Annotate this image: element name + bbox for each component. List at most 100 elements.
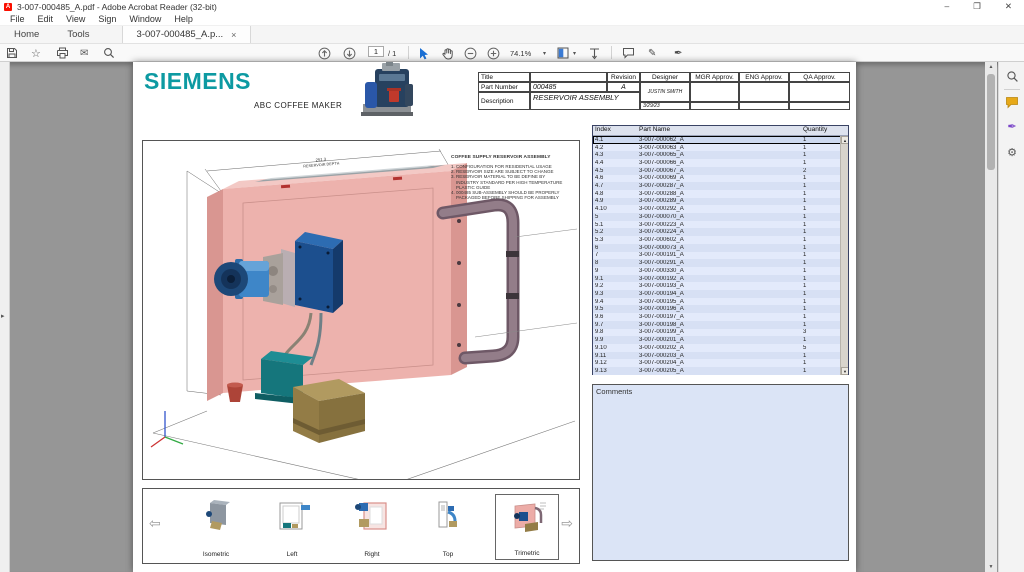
fill-and-sign-icon[interactable]: ✒ (999, 120, 1024, 133)
table-row[interactable]: 9.53-007-000196_A1 (593, 305, 848, 313)
cell-index: 6 (593, 245, 637, 251)
next-page-icon[interactable] (343, 46, 356, 60)
close-icon[interactable]: ✕ (1005, 1, 1012, 12)
table-row[interactable]: 4.83-007-000288_A1 (593, 190, 848, 198)
table-row[interactable]: 9.23-007-000193_A1 (593, 282, 848, 290)
table-row[interactable]: 83-007-000291_A1 (593, 259, 848, 267)
table-row[interactable]: 9.93-007-000201_A1 (593, 336, 848, 344)
select-tool-icon[interactable] (417, 46, 429, 60)
scrolling-mode-icon[interactable] (588, 46, 601, 60)
document-canvas: ▸ SIEMENS ABC COFFEE MAKER (0, 62, 1024, 572)
menu-edit[interactable]: Edit (32, 14, 60, 24)
fit-page-dropdown-icon[interactable]: ▾ (573, 46, 576, 60)
minimize-icon[interactable]: – (945, 1, 950, 12)
table-row[interactable]: 4.93-007-000289_A1 (593, 198, 848, 206)
comment-tool-icon[interactable] (622, 46, 635, 60)
table-row[interactable]: 5.23-007-000224_A1 (593, 228, 848, 236)
table-row[interactable]: 4.33-007-000065_A1 (593, 151, 848, 159)
cell-part-name: 3-007-000201_A (637, 337, 803, 343)
thumbnail-left[interactable]: Left (260, 494, 324, 560)
scroll-down-icon[interactable]: ▼ (841, 367, 848, 375)
star-favorite-icon[interactable]: ☆ (31, 46, 41, 60)
cell-part-name: 3-007-000602_A (637, 237, 803, 243)
save-icon[interactable] (6, 46, 18, 60)
tab-close-icon[interactable]: × (231, 30, 236, 40)
zoom-out-icon[interactable] (464, 46, 477, 60)
table-row[interactable]: 73-007-000191_A1 (593, 252, 848, 260)
menu-sign[interactable]: Sign (92, 14, 122, 24)
previous-page-icon[interactable] (318, 46, 331, 60)
thumbnail-isometric[interactable]: Isometric (184, 494, 248, 560)
menu-view[interactable]: View (60, 14, 91, 24)
title-label: Title (478, 72, 530, 82)
tab-home[interactable]: Home (0, 26, 53, 43)
table-row[interactable]: 9.43-007-000195_A1 (593, 298, 848, 306)
thumbnail-trimetric-selected[interactable]: Trimetric (495, 494, 559, 560)
fit-page-icon[interactable] (557, 46, 570, 60)
print-icon[interactable] (56, 46, 69, 60)
restore-icon[interactable]: ❐ (973, 1, 981, 12)
zoom-level-value[interactable]: 74.1% (510, 46, 531, 60)
previous-view-icon[interactable]: ⇦ (149, 515, 161, 532)
cell-index: 4.7 (593, 183, 637, 189)
cell-part-name: 3-007-000288_A (637, 191, 803, 197)
menu-window[interactable]: Window (123, 14, 167, 24)
qa-date-cell (789, 102, 850, 110)
tab-tools[interactable]: Tools (53, 26, 103, 43)
table-row[interactable]: 4.73-007-000287_A1 (593, 182, 848, 190)
table-row[interactable]: 9.83-007-000199_A3 (593, 329, 848, 337)
signature-tool-icon[interactable]: ✒ (674, 46, 682, 60)
zoom-dropdown-icon[interactable]: ▾ (543, 46, 546, 60)
comments-box[interactable]: Comments (592, 384, 849, 561)
comment-panel-icon[interactable] (999, 96, 1024, 109)
table-row[interactable]: 5.13-007-000223_A1 (593, 221, 848, 229)
drawing-notes: COFFEE SUPPLY RESERVOIR ASSEMBLY 1. CONF… (451, 155, 577, 200)
menu-file[interactable]: File (4, 14, 31, 24)
thumbnail-right[interactable]: Right (340, 494, 404, 560)
expand-panel-icon[interactable]: ▸ (1, 312, 5, 320)
page-number-input[interactable]: 1 (368, 46, 384, 57)
search-icon[interactable] (103, 46, 115, 60)
table-row[interactable]: 4.103-007-000292_A1 (593, 205, 848, 213)
email-icon[interactable]: ✉ (80, 46, 88, 60)
table-row[interactable]: 53-007-000070_A1 (593, 213, 848, 221)
table-row[interactable]: 9.63-007-000197_A1 (593, 313, 848, 321)
hand-tool-icon[interactable] (441, 46, 454, 60)
table-row[interactable]: 4.53-007-000067_A2 (593, 167, 848, 175)
cell-index: 9.2 (593, 283, 637, 289)
document-scrollbar[interactable]: ▲ ▼ (985, 62, 997, 572)
thumbnail-top[interactable]: Top (416, 494, 480, 560)
next-view-icon[interactable]: ⇨ (561, 515, 573, 532)
menu-help[interactable]: Help (168, 14, 199, 24)
tab-document[interactable]: 3-007-000485_A.p... × (122, 26, 252, 43)
more-tools-icon[interactable]: ⚙ (999, 146, 1024, 159)
table-row[interactable]: 4.43-007-000066_A1 (593, 159, 848, 167)
table-row[interactable]: 63-007-000073_A1 (593, 244, 848, 252)
table-row[interactable]: 93-007-000330_A1 (593, 267, 848, 275)
table-row[interactable]: 9.13-007-000192_A1 (593, 275, 848, 283)
cell-part-name: 3-007-000192_A (637, 276, 803, 282)
table-row[interactable]: 4.13-007-000062_A1 (593, 136, 848, 144)
scrollbar-up-icon[interactable]: ▲ (985, 62, 997, 72)
menu-bar: File Edit View Sign Window Help (0, 13, 1024, 26)
scrollbar-down-icon[interactable]: ▼ (985, 562, 997, 572)
zoom-in-icon[interactable] (487, 46, 500, 60)
scrollbar-thumb[interactable] (987, 74, 995, 170)
parts-table-scrollbar[interactable]: ▲ ▼ (840, 136, 848, 375)
scroll-up-icon[interactable]: ▲ (841, 136, 848, 144)
table-row[interactable]: 9.133-007-000205_A1 (593, 367, 848, 375)
drawing-viewport[interactable]: 251.3 RESERVOIR DEPTH (142, 140, 580, 480)
table-row[interactable]: 9.123-007-000204_A1 (593, 359, 848, 367)
table-row[interactable]: 5.33-007-000602_A1 (593, 236, 848, 244)
table-row[interactable]: 9.73-007-000198_A1 (593, 321, 848, 329)
table-row[interactable]: 4.23-007-000063_A1 (593, 144, 848, 152)
table-row[interactable]: 9.103-007-000202_A5 (593, 344, 848, 352)
table-row[interactable]: 9.33-007-000194_A1 (593, 290, 848, 298)
fill-sign-pencil-icon[interactable]: ✎ (648, 46, 656, 60)
table-row[interactable]: 9.113-007-000203_A1 (593, 352, 848, 360)
search-tool-icon[interactable] (999, 70, 1024, 83)
revision-value: A (607, 82, 640, 92)
cell-part-name: 3-007-000203_A (637, 353, 803, 359)
table-row[interactable]: 4.63-007-000069_A1 (593, 175, 848, 183)
designer-date: 3/29/23 (640, 102, 690, 110)
